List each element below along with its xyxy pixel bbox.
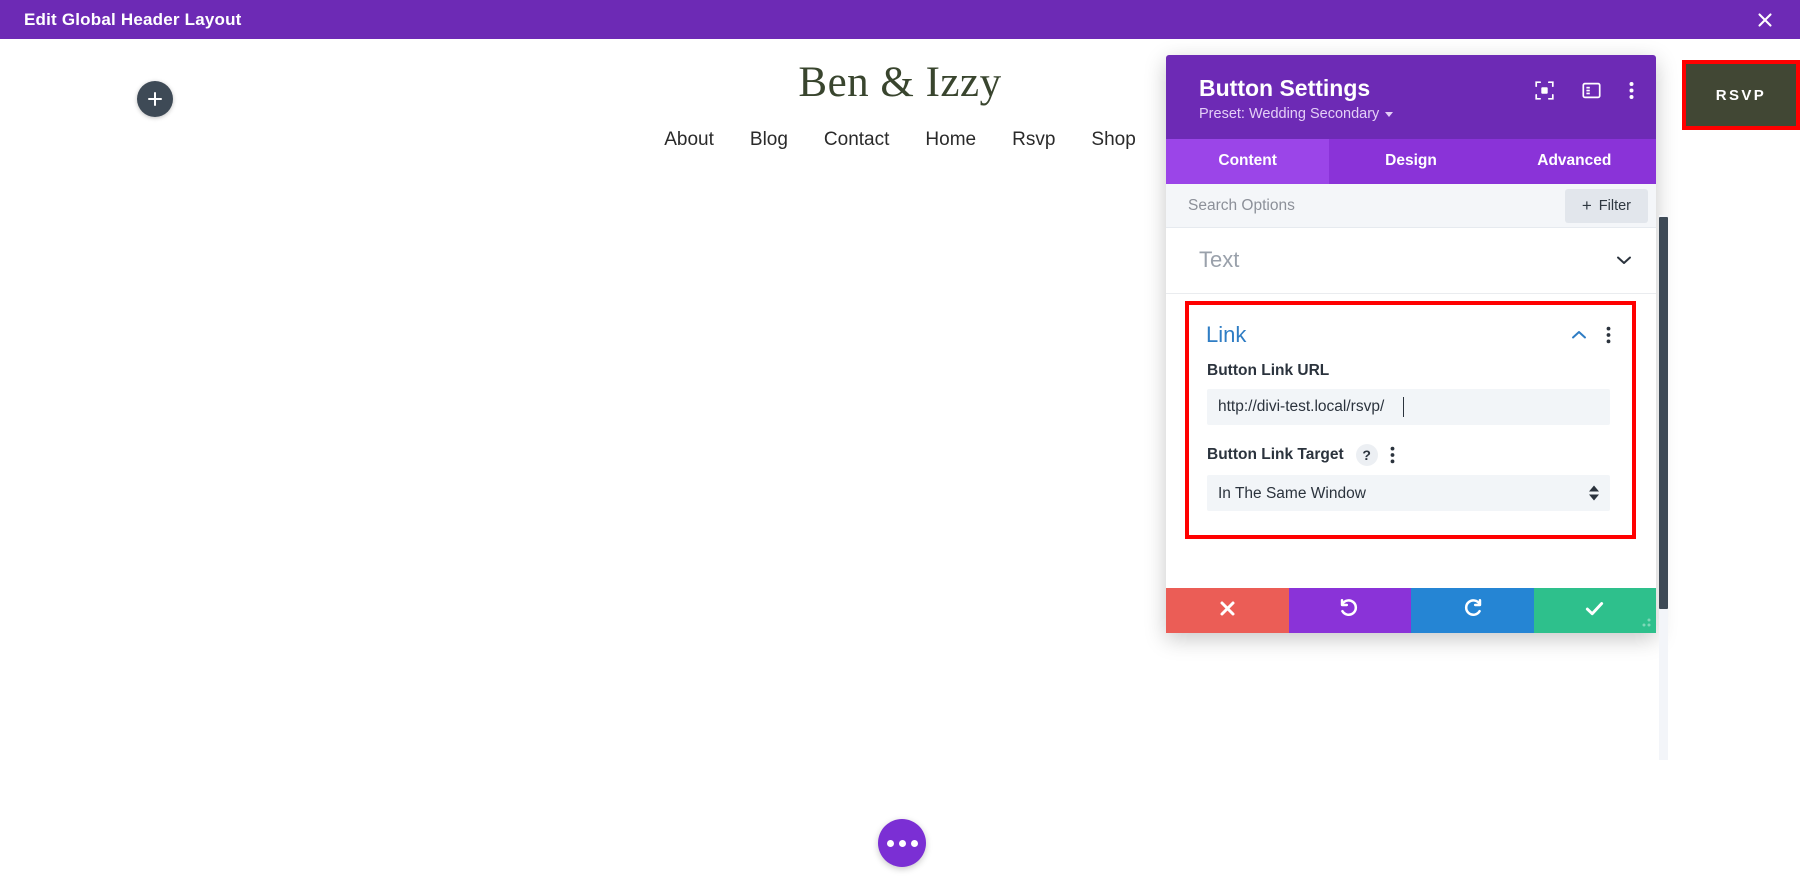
admin-bar-title: Edit Global Header Layout (24, 9, 242, 29)
chevron-down-icon (1385, 111, 1394, 117)
button-settings-modal: Button Settings Preset: Wedding Secondar… (1166, 55, 1668, 760)
undo-icon (1338, 597, 1361, 625)
more-vertical-icon[interactable] (1629, 81, 1634, 100)
nav-item-home[interactable]: Home (925, 129, 976, 151)
resize-grip-icon[interactable] (1638, 616, 1652, 630)
modal-header: Button Settings Preset: Wedding Secondar… (1166, 55, 1656, 140)
ellipsis-dot (898, 839, 906, 847)
field-label-button-link-target: Button Link Target ? (1207, 444, 1610, 467)
plus-icon (147, 91, 163, 107)
admin-bar: Edit Global Header Layout (0, 0, 1800, 39)
discard-changes-button[interactable] (1166, 588, 1289, 634)
modal-header-icons (1535, 81, 1634, 100)
field-button-link-url: Button Link URL (1206, 362, 1611, 426)
modal-footer-actions (1166, 588, 1656, 634)
section-title-link[interactable]: Link (1206, 322, 1246, 348)
focus-target-icon[interactable] (1535, 81, 1554, 100)
section-toggle-text[interactable]: Text (1166, 228, 1656, 295)
rsvp-button[interactable]: RSVP (1686, 64, 1796, 126)
close-icon[interactable] (1752, 7, 1778, 33)
redo-icon (1461, 597, 1484, 625)
search-row: + Filter (1166, 184, 1656, 229)
help-icon[interactable]: ? (1355, 444, 1378, 467)
plus-icon: + (1581, 196, 1592, 216)
add-module-button[interactable] (137, 81, 173, 117)
section-header-link: Link (1206, 322, 1611, 362)
chevron-up-icon[interactable] (1569, 325, 1589, 345)
ellipsis-dot (886, 839, 894, 847)
tab-advanced[interactable]: Advanced (1493, 139, 1656, 184)
modal-body: Text Link Button Link URL http://divi-te… (1166, 228, 1656, 589)
field-label-text: Button Link Target (1207, 446, 1344, 464)
nav-item-shop[interactable]: Shop (1091, 129, 1135, 151)
preset-label: Preset: Wedding Secondary (1199, 106, 1380, 123)
link-section-highlight: Link Button Link URL http://divi-test.lo… (1185, 301, 1636, 540)
chevron-down-icon[interactable] (1614, 250, 1634, 270)
preset-selector[interactable]: Preset: Wedding Secondary (1199, 106, 1394, 123)
redo-button[interactable] (1411, 588, 1534, 634)
modal-tabs: Content Design Advanced (1166, 139, 1656, 185)
more-vertical-icon[interactable] (1606, 326, 1611, 344)
nav-item-contact[interactable]: Contact (824, 129, 889, 151)
filter-button[interactable]: + Filter (1564, 188, 1648, 223)
page-settings-button[interactable] (878, 819, 926, 867)
undo-button[interactable] (1288, 588, 1411, 634)
modal-scrollbar-thumb[interactable] (1659, 217, 1668, 609)
ellipsis-dot (910, 839, 918, 847)
check-icon (1583, 597, 1606, 625)
tab-content[interactable]: Content (1166, 139, 1330, 185)
nav-item-about[interactable]: About (664, 129, 714, 151)
more-vertical-icon[interactable] (1390, 446, 1395, 464)
section-link: Link Button Link URL http://divi-test.lo… (1189, 305, 1632, 536)
search-input[interactable] (1188, 196, 1565, 215)
modal-body-spacer (1166, 554, 1656, 587)
section-title-text: Text (1199, 247, 1240, 273)
field-label-button-link-url: Button Link URL (1207, 362, 1330, 380)
close-icon (1217, 598, 1238, 624)
save-changes-button[interactable] (1533, 588, 1656, 634)
button-link-url-input-wrap (1207, 389, 1610, 426)
tab-design[interactable]: Design (1329, 139, 1492, 184)
rsvp-button-highlight: RSVP (1682, 60, 1800, 130)
button-link-url-input[interactable] (1207, 389, 1610, 426)
panel-layout-icon[interactable] (1582, 81, 1601, 100)
button-link-target-select[interactable]: In The Same Window In The New Tab (1207, 475, 1610, 512)
button-link-target-select-wrap: In The Same Window In The New Tab (1207, 475, 1610, 512)
nav-item-rsvp[interactable]: Rsvp (1012, 129, 1055, 151)
field-button-link-target: Button Link Target ? In The Same Window (1206, 444, 1611, 512)
filter-button-label: Filter (1598, 197, 1631, 214)
nav-item-blog[interactable]: Blog (750, 129, 788, 151)
